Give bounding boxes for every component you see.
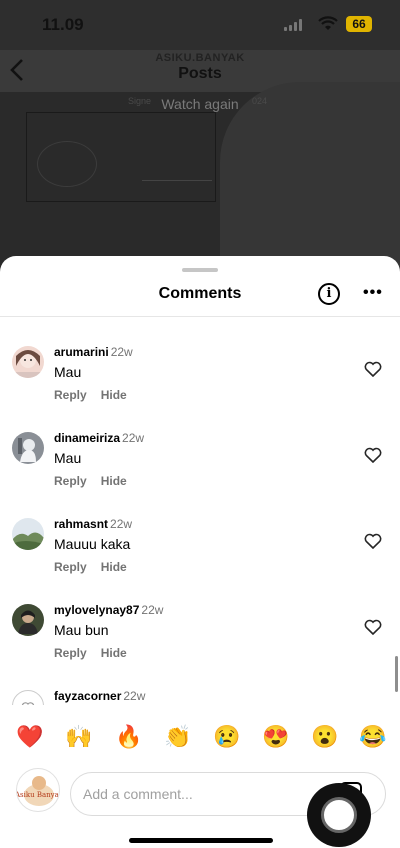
quick-reactions-bar: ❤️ 🙌 🔥 👏 😢 😍 😮 😂 (0, 718, 400, 758)
home-indicator[interactable] (129, 838, 273, 843)
assistive-touch-button[interactable] (307, 783, 371, 847)
username-text[interactable]: arumarini (54, 345, 109, 359)
wifi-icon (318, 16, 338, 30)
clapping-hands-reaction[interactable]: 👏 (164, 724, 191, 750)
background-post: 11.09 66 ASIKU.BANYAK Posts Signe 024 Wa… (0, 0, 400, 300)
comment-text: Mau (54, 364, 82, 380)
asiku-banyak-logo: Asiku Banyak (17, 776, 60, 806)
comment-age: 22w (110, 517, 133, 531)
avatar[interactable] (12, 604, 44, 636)
sheet-title: Comments (158, 285, 242, 302)
comment-item: mylovelynay87 22w Mau bun Reply Hide (0, 575, 400, 661)
status-bar: 11.09 66 (0, 0, 400, 50)
reply-button[interactable]: Reply (54, 388, 87, 402)
comment-item: fayzacorner 22w (0, 661, 400, 705)
comment-actions: Reply Hide (54, 474, 141, 488)
page-title: Posts (178, 65, 222, 82)
comment-username[interactable]: mylovelynay87 22w (54, 603, 163, 617)
certificate-seal (37, 141, 97, 187)
comment-list: arumarini 22w Mau Reply Hide dinameiriza 22… (0, 317, 400, 705)
crying-face-reaction[interactable]: 😢 (213, 724, 240, 750)
hide-button[interactable]: Hide (101, 560, 127, 574)
reply-button[interactable]: Reply (54, 646, 87, 660)
comment-text: Mau (54, 450, 82, 466)
comment-text: Mau bun (54, 622, 109, 638)
hide-button[interactable]: Hide (101, 646, 127, 660)
post-owner-username: ASIKU.BANYAK (155, 52, 245, 64)
current-user-avatar[interactable]: Asiku Banyak (16, 768, 60, 812)
comment-age: 22w (123, 689, 146, 703)
svg-text:Asiku Banyak: Asiku Banyak (17, 791, 60, 799)
more-options-icon[interactable]: ••• (363, 284, 383, 302)
hide-button[interactable]: Hide (101, 474, 127, 488)
sheet-grabber[interactable] (182, 268, 218, 272)
comment-age: 22w (110, 345, 133, 359)
reply-button[interactable]: Reply (54, 474, 87, 488)
certificate-signature (142, 151, 212, 181)
comment-username[interactable]: rahmasnt 22w (54, 517, 132, 531)
comment-item: rahmasnt 22w Mauuu kaka Reply Hide (0, 489, 400, 575)
comment-username[interactable]: fayzacorner 22w (54, 689, 145, 703)
battery-icon: 66 (346, 16, 372, 32)
watch-again-label[interactable]: Watch again (0, 96, 400, 112)
certificate-image (26, 112, 216, 202)
like-heart-icon[interactable] (364, 533, 382, 549)
comment-age: 22w (122, 431, 145, 445)
comment-username[interactable]: dinameiriza 22w (54, 431, 144, 445)
comments-sheet: Comments i ••• arumarini 22w Mau Reply Hid… (0, 256, 400, 848)
username-text[interactable]: dinameiriza (54, 431, 120, 445)
hide-button[interactable]: Hide (101, 388, 127, 402)
reply-button[interactable]: Reply (54, 560, 87, 574)
comment-text: Mauuu kaka (54, 536, 131, 552)
like-heart-icon[interactable] (364, 619, 382, 635)
info-icon[interactable]: i (318, 283, 340, 305)
comment-actions: Reply Hide (54, 560, 141, 574)
fire-reaction[interactable]: 🔥 (115, 724, 142, 750)
status-time: 11.09 (42, 15, 84, 34)
surprised-face-reaction[interactable]: 😮 (311, 724, 338, 750)
cellular-signal-icon (284, 19, 304, 31)
avatar[interactable] (12, 432, 44, 464)
avatar[interactable] (12, 518, 44, 550)
laughing-face-reaction[interactable]: 😂 (359, 724, 386, 750)
raising-hands-reaction[interactable]: 🙌 (65, 724, 92, 750)
like-heart-icon[interactable] (364, 361, 382, 377)
avatar[interactable] (12, 690, 44, 705)
username-text[interactable]: rahmasnt (54, 517, 108, 531)
comment-actions: Reply Hide (54, 646, 141, 660)
assistive-touch-inner (321, 797, 357, 833)
username-text[interactable]: fayzacorner (54, 689, 121, 703)
comment-item: arumarini 22w Mau Reply Hide (0, 317, 400, 403)
heart-eyes-reaction[interactable]: 😍 (262, 724, 289, 750)
avatar[interactable] (12, 346, 44, 378)
comment-actions: Reply Hide (54, 388, 141, 402)
comment-username[interactable]: arumarini 22w (54, 345, 133, 359)
red-heart-reaction[interactable]: ❤️ (16, 724, 43, 750)
scrollbar[interactable] (395, 656, 398, 692)
username-text[interactable]: mylovelynay87 (54, 603, 139, 617)
comment-item: dinameiriza 22w Mau Reply Hide (0, 403, 400, 489)
like-heart-icon[interactable] (364, 447, 382, 463)
comment-age: 22w (141, 603, 164, 617)
